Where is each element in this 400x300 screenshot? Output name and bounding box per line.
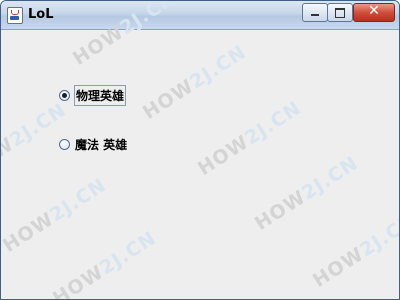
watermark: HOW2J.CN (194, 97, 306, 180)
watermark: HOW2J.CN (139, 41, 251, 124)
close-button[interactable]: ✕ (353, 3, 395, 22)
minimize-icon (311, 14, 319, 16)
maximize-button[interactable] (327, 3, 353, 22)
radio-label-magic-hero[interactable]: 魔法 英雄 (74, 135, 128, 154)
watermark: HOW2J.CN (251, 152, 363, 235)
radio-physical-hero[interactable]: 物理英雄 (59, 85, 127, 106)
title-bar[interactable]: LoL ✕ (1, 1, 399, 30)
minimize-button[interactable] (302, 3, 328, 22)
radio-unselected-icon[interactable] (59, 139, 70, 150)
watermark: HOW2J.CN (49, 227, 161, 300)
radio-label-physical-hero[interactable]: 物理英雄 (74, 85, 127, 106)
java-app-icon[interactable] (7, 7, 23, 24)
window-title: LoL (28, 7, 54, 22)
watermark: HOW2J.CN (309, 209, 400, 292)
content-pane: HOW2J.CN HOW2J.CN HOW2J.CN HOW2J.CN HOW2… (0, 1, 400, 300)
watermark: HOW2J.CN (0, 174, 111, 257)
maximize-icon (335, 8, 345, 18)
radio-magic-hero[interactable]: 魔法 英雄 (59, 135, 128, 154)
radio-selected-icon[interactable] (59, 90, 70, 101)
app-window: LoL ✕ HOW2J.CN HOW2J.CN HOW2J.CN HOW2J.C… (0, 0, 400, 300)
close-icon: ✕ (368, 3, 380, 19)
